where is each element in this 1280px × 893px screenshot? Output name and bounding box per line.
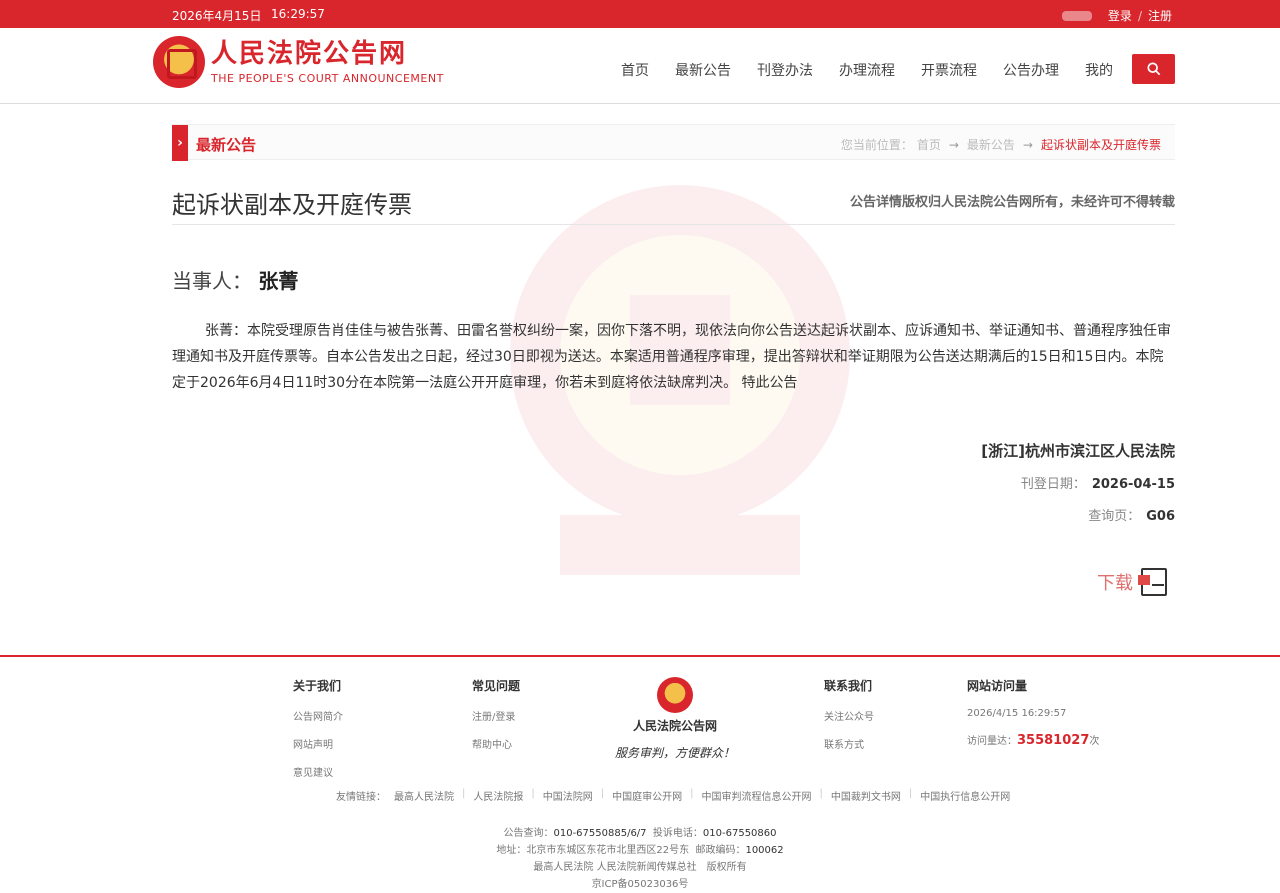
- footer-contact: 联系我们 关注公众号 联系方式: [824, 677, 874, 764]
- page-title: 起诉状副本及开庭传票: [172, 191, 412, 219]
- zip-label: 邮政编码：: [695, 845, 746, 856]
- site-footer: 关于我们 公告网简介 网站声明 意见建议 常见问题 注册/登录 帮助中心 人民法…: [0, 655, 1280, 893]
- address-label: 地址：: [496, 845, 527, 856]
- visits-datetime: 2026/4/15 16:29:57: [967, 708, 1067, 719]
- footer-link-wechat[interactable]: 关注公众号: [824, 708, 874, 723]
- main-nav: 首页 最新公告 刊登办法 办理流程 开票流程 公告办理 我的: [608, 60, 1126, 80]
- friend-links: 友情链接： 最高人民法院 | 人民法院报 | 中国法院网 | 中国庭审公开网 | 中国审…: [336, 788, 1011, 803]
- nav-process[interactable]: 办理流程: [839, 60, 895, 80]
- notice-body: 张菁：本院受理原告肖佳佳与被告张菁、田雷名誉权纠纷一案，因你下落不明，现依法向你…: [172, 323, 1171, 391]
- address: 北京市东城区东花市北里西区22号东: [526, 845, 690, 856]
- friend-link[interactable]: 中国执行信息公开网: [920, 788, 1010, 803]
- footer-info: 公告查询：010-67550885/6/7 投诉电话：010-67550860 …: [0, 825, 1280, 893]
- breadcrumb-current: 起诉状副本及开庭传票: [1040, 138, 1161, 152]
- nav-handle[interactable]: 公告办理: [1003, 60, 1059, 80]
- breadcrumb: 您当前位置： 首页 → 最新公告 → 起诉状副本及开庭传票: [841, 136, 1161, 153]
- site-logo[interactable]: 人民法院公告网 THE PEOPLE'S COURT ANNOUNCEMENT: [153, 36, 444, 88]
- publish-date: 2026-04-15: [1091, 477, 1175, 492]
- visit-count-unit: 次: [1089, 736, 1100, 747]
- footer-faq-title: 常见问题: [472, 679, 521, 693]
- query-page-row: 查询页： G06: [1088, 505, 1175, 524]
- footer-owner: 最高人民法院 人民法院新闻传媒总社 版权所有: [533, 862, 747, 873]
- login-link[interactable]: 登录: [1108, 7, 1132, 24]
- footer-logo-name: 人民法院公告网: [632, 719, 717, 733]
- nav-latest[interactable]: 最新公告: [675, 60, 731, 80]
- arrow-right-icon: →: [1022, 137, 1033, 152]
- footer-link-statement[interactable]: 网站声明: [293, 736, 343, 751]
- logo-chinese: 人民法院公告网: [211, 39, 408, 69]
- pdf-file-icon: [1138, 568, 1167, 596]
- site-header: 人民法院公告网 THE PEOPLE'S COURT ANNOUNCEMENT …: [0, 28, 1280, 104]
- footer-faq: 常见问题 注册/登录 帮助中心: [472, 677, 520, 764]
- chevron-right-icon: ›: [172, 125, 188, 161]
- search-icon: [1146, 62, 1160, 76]
- friend-links-label: 友情链接：: [336, 792, 386, 803]
- logo-english: THE PEOPLE'S COURT ANNOUNCEMENT: [211, 72, 444, 85]
- footer-link-contact[interactable]: 联系方式: [824, 736, 874, 751]
- footer-about: 关于我们 公告网简介 网站声明 意见建议: [293, 677, 343, 792]
- footer-slogan: 服务审判，方便群众！: [614, 746, 735, 760]
- breadcrumb-bar: › 最新公告 您当前位置： 首页 → 最新公告 → 起诉状副本及开庭传票: [172, 124, 1175, 161]
- nav-invoice[interactable]: 开票流程: [921, 60, 977, 80]
- party-name: 张菁: [258, 269, 299, 293]
- footer-visits: 网站访问量 2026/4/15 16:29:57 访问量达：35581027次: [967, 677, 1099, 761]
- current-date: 2026年4月15日: [172, 9, 262, 23]
- party-line: 当事人： 张菁: [172, 265, 298, 294]
- footer-link-intro[interactable]: 公告网简介: [293, 708, 343, 723]
- complaint-phone-label: 投诉电话：: [652, 828, 703, 839]
- download-label: 下载: [1097, 573, 1133, 594]
- account-links: 登录 / 注册: [1061, 7, 1172, 24]
- friend-link[interactable]: 中国庭审公开网: [612, 788, 682, 803]
- logo-text: 人民法院公告网 THE PEOPLE'S COURT ANNOUNCEMENT: [211, 36, 444, 85]
- title-divider: [172, 224, 1175, 225]
- breadcrumb-prefix: 您当前位置：: [840, 138, 913, 152]
- visit-count: 35581027: [1017, 733, 1090, 748]
- username-blurred: [1061, 10, 1092, 21]
- footer-about-title: 关于我们: [293, 679, 342, 693]
- arrow-right-icon: →: [948, 137, 959, 152]
- friend-link[interactable]: 中国法院网: [543, 788, 593, 803]
- section-title: 最新公告: [196, 136, 257, 154]
- court-emblem-icon: [657, 677, 693, 713]
- issuing-court: [浙江]杭州市滨江区人民法院: [981, 442, 1175, 460]
- visit-count-row: 访问量达：35581027次: [967, 732, 1099, 748]
- friend-link[interactable]: 中国审判流程信息公开网: [702, 788, 812, 803]
- footer-link-feedback[interactable]: 意见建议: [293, 764, 343, 779]
- visit-count-label: 访问量达：: [967, 736, 1017, 747]
- publish-date-row: 刊登日期： 2026-04-15: [1021, 473, 1175, 492]
- footer-contact-title: 联系我们: [824, 679, 873, 693]
- footer-logo: 人民法院公告网 服务审判，方便群众！: [610, 677, 740, 761]
- friend-link[interactable]: 最高人民法院: [394, 788, 454, 803]
- query-phone: 010-67550885/6/7: [553, 828, 647, 839]
- query-page-label: 查询页：: [1088, 509, 1141, 524]
- nav-mine[interactable]: 我的: [1085, 60, 1113, 80]
- zip-code: 100062: [745, 845, 784, 856]
- footer-phones: 公告查询：010-67550885/6/7 投诉电话：010-67550860: [0, 825, 1280, 842]
- footer-link-help[interactable]: 帮助中心: [472, 736, 520, 751]
- court-emblem-icon: [153, 36, 205, 88]
- breadcrumb-parent[interactable]: 最新公告: [967, 136, 1015, 153]
- friend-link[interactable]: 中国裁判文书网: [831, 788, 901, 803]
- search-button[interactable]: [1132, 54, 1175, 84]
- top-bar: 2026年4月15日 16:29:57 登录 / 注册: [0, 0, 1280, 28]
- breadcrumb-home[interactable]: 首页: [917, 136, 941, 153]
- query-phone-label: 公告查询：: [503, 828, 554, 839]
- register-link[interactable]: 注册: [1148, 7, 1172, 24]
- current-time: 16:29:57: [271, 7, 325, 21]
- nav-home[interactable]: 首页: [621, 60, 649, 80]
- publish-date-label: 刊登日期：: [1020, 477, 1086, 492]
- footer-visits-title: 网站访问量: [967, 679, 1028, 693]
- nav-publish-method[interactable]: 刊登办法: [757, 60, 813, 80]
- download-button[interactable]: 下载: [1097, 568, 1167, 596]
- footer-address: 地址：北京市东城区东花市北里西区22号东 邮政编码：100062: [0, 842, 1280, 859]
- footer-icp[interactable]: 京ICP备05023036号: [0, 876, 1280, 893]
- footer-link-login[interactable]: 注册/登录: [472, 708, 520, 723]
- complaint-phone: 010-67550860: [702, 828, 777, 839]
- login-separator: /: [1137, 8, 1142, 23]
- query-page: G06: [1146, 509, 1175, 524]
- friend-link[interactable]: 人民法院报: [473, 788, 523, 803]
- copyright-notice: 公告详情版权归人民法院公告网所有，未经许可不得转载: [849, 195, 1175, 210]
- party-label: 当事人：: [172, 269, 252, 293]
